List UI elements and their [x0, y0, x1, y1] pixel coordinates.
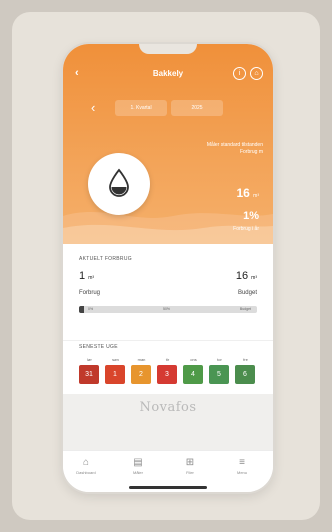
budget-label: Budget: [237, 290, 257, 296]
home-indicator[interactable]: [129, 486, 207, 489]
day-item[interactable]: tir 3: [157, 357, 178, 384]
top-bar: ‹ Bakkely i ⌂: [63, 66, 273, 84]
day-name: søn: [112, 357, 119, 362]
day-name: tir: [165, 357, 170, 362]
day-value-box: 4: [183, 365, 203, 384]
phone-screen: ‹ Bakkely i ⌂ ‹ 1. Kvartal 2025 Måler st…: [63, 44, 273, 492]
menu-icon: ≡: [239, 457, 245, 468]
nav-label: Menu: [236, 470, 247, 475]
period-bar: ‹ 1. Kvartal 2025: [63, 98, 273, 118]
consumption-value: 1 m³: [79, 270, 95, 282]
hero-subtitle: Forbrug i år: [233, 226, 259, 232]
progress-mark-end: Budget: [239, 307, 251, 311]
brand-logo: Novafos: [139, 400, 197, 415]
files-icon: ⊞: [185, 457, 195, 468]
consumption-label: Forbrug: [79, 290, 101, 296]
period-back-icon[interactable]: ‹: [91, 100, 95, 115]
home-icon[interactable]: ⌂: [250, 67, 263, 80]
water-drop-badge: [88, 153, 150, 215]
nav-item-meter[interactable]: ▤ Måler: [123, 457, 153, 475]
week-title: SENESTE UGE: [79, 344, 118, 350]
day-name: man: [137, 357, 146, 362]
water-drop-icon: [109, 168, 129, 197]
hero-percent: 1%: [243, 210, 259, 222]
day-item[interactable]: ons 4: [183, 357, 204, 384]
nav-label: Filer: [186, 470, 194, 475]
day-value-box: 31: [79, 365, 99, 384]
hero-total: 16 m³: [236, 186, 259, 200]
nav-label: Måler: [132, 470, 143, 475]
nav-item-files[interactable]: ⊞ Filer: [175, 457, 205, 475]
phone-notch: [139, 44, 197, 54]
day-name: tor: [217, 357, 222, 362]
day-item[interactable]: fre 6: [235, 357, 256, 384]
day-item[interactable]: man 2: [131, 357, 152, 384]
meter-icon: ▤: [133, 457, 143, 468]
hero-note: Måler standard tilstanden Forbrug m: [206, 142, 263, 155]
week-days: lør 31 søn 1 man 2 tir 3 ons 4 tor 5 fre…: [79, 357, 259, 387]
day-item[interactable]: tor 5: [209, 357, 230, 384]
day-name: ons: [190, 357, 197, 362]
info-icon[interactable]: i: [233, 67, 246, 80]
consumption-title: AKTUELT FORBRUG: [79, 256, 132, 262]
day-value-box: 3: [157, 365, 177, 384]
nav-item-dashboard[interactable]: ⌂ Dashboard: [71, 457, 101, 475]
budget-value: 16 m³: [235, 270, 257, 282]
day-value-box: 6: [235, 365, 255, 384]
day-item[interactable]: søn 1: [105, 357, 126, 384]
day-value-box: 2: [131, 365, 151, 384]
home-icon: ⌂: [82, 457, 90, 468]
budget-progress-bar: 0% 50% Budget: [79, 306, 257, 313]
day-name: fre: [243, 357, 248, 362]
day-value-box: 5: [209, 365, 229, 384]
period-quarter-button[interactable]: 1. Kvartal: [115, 100, 167, 116]
budget-progress-fill: [79, 306, 85, 313]
nav-item-menu[interactable]: ≡ Menu: [227, 457, 257, 475]
progress-mark-start: 0%: [88, 307, 94, 311]
day-item[interactable]: lør 31: [79, 357, 100, 384]
day-value-box: 1: [105, 365, 125, 384]
day-name: lør: [87, 357, 92, 362]
progress-mark-mid: 50%: [163, 307, 171, 311]
period-year-button[interactable]: 2025: [171, 100, 223, 116]
nav-label: Dashboard: [76, 470, 96, 475]
